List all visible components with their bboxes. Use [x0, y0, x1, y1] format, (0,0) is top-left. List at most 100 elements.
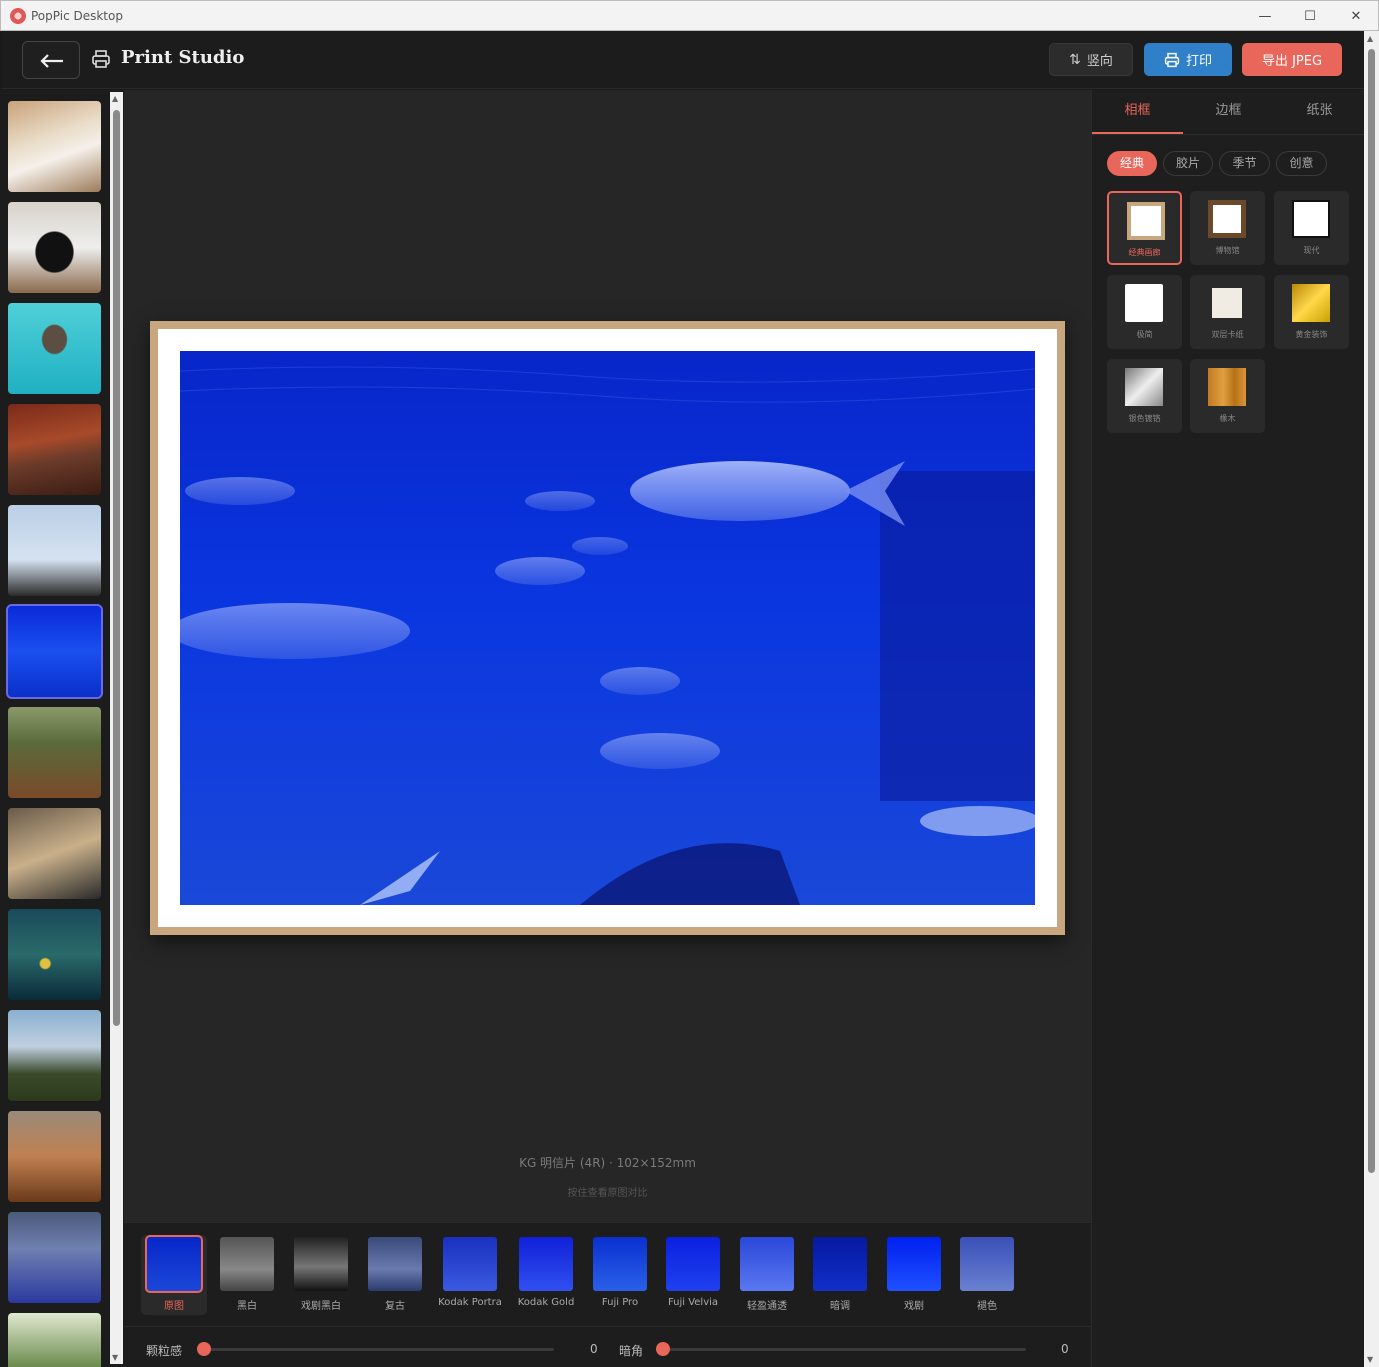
filter-label: 戏剧黑白 — [301, 1301, 341, 1312]
filter-item[interactable]: 复古 — [362, 1237, 428, 1312]
filter-thumbnail — [813, 1237, 867, 1291]
photo-thumbnail-list — [0, 90, 124, 1367]
window-title: PopPic Desktop — [31, 8, 123, 23]
print-button[interactable]: 打印 — [1144, 43, 1232, 76]
page-scrollbar[interactable]: ▲ ▼ — [1364, 31, 1379, 1367]
frame-swatch — [1292, 200, 1330, 238]
chip-creative[interactable]: 创意 — [1276, 151, 1327, 176]
back-button[interactable] — [22, 41, 80, 79]
photo-thumbnail[interactable] — [8, 404, 101, 495]
filter-thumbnail — [220, 1237, 274, 1291]
vignette-slider-track[interactable] — [664, 1348, 1026, 1351]
filter-item[interactable]: 原图 — [141, 1235, 207, 1315]
frame-name: 经典画廊 — [1128, 248, 1161, 257]
filter-label: Fuji Pro — [601, 1297, 639, 1308]
filter-thumbnail — [960, 1237, 1014, 1291]
filter-label: 黑白 — [237, 1301, 257, 1312]
photo-thumbnail[interactable] — [8, 808, 101, 899]
grain-slider-knob[interactable] — [197, 1342, 211, 1356]
page-title: Print Studio — [121, 47, 245, 68]
frame-option[interactable]: 黄金装饰 — [1274, 275, 1349, 349]
scrollbar-thumb[interactable] — [1368, 49, 1375, 1173]
arrow-left-icon — [40, 54, 63, 68]
filter-item[interactable]: Kodak Gold — [513, 1237, 579, 1308]
printer-icon — [92, 50, 110, 68]
frame-name: 博物馆 — [1215, 246, 1240, 255]
tab-divider — [1092, 134, 1365, 135]
frame-swatch — [1208, 200, 1246, 238]
photo-thumbnail[interactable] — [8, 909, 101, 1000]
close-icon[interactable]: ✕ — [1333, 1, 1379, 31]
filter-item[interactable]: 褪色 — [954, 1237, 1020, 1312]
scroll-down-icon[interactable]: ▼ — [112, 1353, 118, 1362]
filter-item[interactable]: 戏剧黑白 — [288, 1237, 354, 1312]
filter-item[interactable]: Fuji Pro — [587, 1237, 653, 1308]
filter-item[interactable]: 暗调 — [807, 1237, 873, 1312]
filter-item[interactable]: 黑白 — [214, 1237, 280, 1312]
scroll-up-icon[interactable]: ▲ — [1367, 34, 1373, 43]
grain-slider-track[interactable] — [204, 1348, 554, 1351]
photo-thumbnail[interactable] — [8, 1313, 101, 1367]
paper-size-label: KG 明信片 (4R) · 102×152mm — [519, 1156, 696, 1170]
print-label: 打印 — [1185, 54, 1212, 69]
frame-swatch — [1292, 284, 1330, 322]
filter-thumbnail — [740, 1237, 794, 1291]
filter-item[interactable]: 轻盈通透 — [734, 1237, 800, 1312]
print-canvas: KG 明信片 (4R) · 102×152mm 按住查看原图对比 — [124, 90, 1091, 1222]
frame-name: 现代 — [1303, 246, 1320, 255]
filter-item[interactable]: Kodak Portra — [437, 1237, 503, 1308]
photo-thumbnail[interactable] — [8, 101, 101, 192]
frame-mat — [158, 329, 1057, 927]
preview-photo[interactable] — [180, 351, 1035, 905]
filter-item[interactable]: 戏剧 — [881, 1237, 947, 1312]
photo-thumbnail[interactable] — [8, 303, 101, 394]
frame-name: 橡木 — [1219, 414, 1236, 423]
scroll-down-icon[interactable]: ▼ — [1367, 1355, 1373, 1364]
orientation-button[interactable]: ⇅ 竖向 — [1049, 43, 1133, 76]
filter-label: Fuji Velvia — [667, 1297, 719, 1308]
filter-item[interactable]: Fuji Velvia — [660, 1237, 726, 1308]
filter-thumbnail — [887, 1237, 941, 1291]
filter-label: 戏剧 — [904, 1301, 924, 1312]
chip-film[interactable]: 胶片 — [1163, 151, 1213, 176]
scroll-up-icon[interactable]: ▲ — [112, 94, 118, 103]
vignette-slider-knob[interactable] — [656, 1342, 670, 1356]
photo-thumbnail[interactable] — [8, 1212, 101, 1303]
photo-thumbnail[interactable] — [8, 1111, 101, 1202]
chip-classic[interactable]: 经典 — [1107, 151, 1157, 176]
minimize-icon[interactable]: — — [1242, 1, 1288, 31]
filter-thumbnail — [294, 1237, 348, 1291]
photo-thumbnail[interactable] — [8, 1010, 101, 1101]
frame-name: 双层卡纸 — [1211, 330, 1244, 339]
frame-option[interactable]: 银色镀铬 — [1107, 359, 1182, 433]
filter-label: 原图 — [164, 1301, 184, 1312]
frame-option[interactable]: 现代 — [1274, 191, 1349, 265]
filter-thumbnail — [145, 1235, 203, 1293]
photo-frame — [150, 321, 1065, 935]
export-label: 导出 JPEG — [1261, 54, 1323, 69]
tab-paper[interactable]: 纸张 — [1274, 90, 1365, 134]
photo-thumbnail-selected[interactable] — [6, 604, 103, 699]
grain-value: 0 — [590, 1342, 598, 1356]
frame-option[interactable]: 橡木 — [1190, 359, 1265, 433]
frame-option[interactable]: 经典画廊 — [1107, 191, 1182, 265]
frame-option[interactable]: 极简 — [1107, 275, 1182, 349]
scrollbar-thumb[interactable] — [113, 110, 120, 1026]
frame-swatch — [1212, 288, 1242, 318]
printer-icon — [1164, 52, 1180, 67]
chip-season[interactable]: 季节 — [1219, 151, 1270, 176]
window-titlebar: PopPic Desktop — ☐ ✕ — [0, 0, 1379, 31]
export-jpeg-button[interactable]: 导出 JPEG — [1242, 43, 1342, 76]
thumbnail-scrollbar[interactable]: ▲ ▼ — [110, 92, 123, 1364]
filter-label: Kodak Gold — [517, 1297, 575, 1308]
frame-option[interactable]: 博物馆 — [1190, 191, 1265, 265]
maximize-icon[interactable]: ☐ — [1287, 1, 1333, 31]
photo-thumbnail[interactable] — [8, 707, 101, 798]
photo-thumbnail[interactable] — [8, 202, 101, 293]
tab-frame[interactable]: 相框 — [1092, 90, 1183, 134]
photo-thumbnail[interactable] — [8, 505, 101, 596]
tab-border[interactable]: 边框 — [1183, 90, 1274, 134]
grain-label: 颗粒感 — [146, 1344, 183, 1358]
frame-option[interactable]: 双层卡纸 — [1190, 275, 1265, 349]
vignette-value: 0 — [1061, 1342, 1069, 1356]
